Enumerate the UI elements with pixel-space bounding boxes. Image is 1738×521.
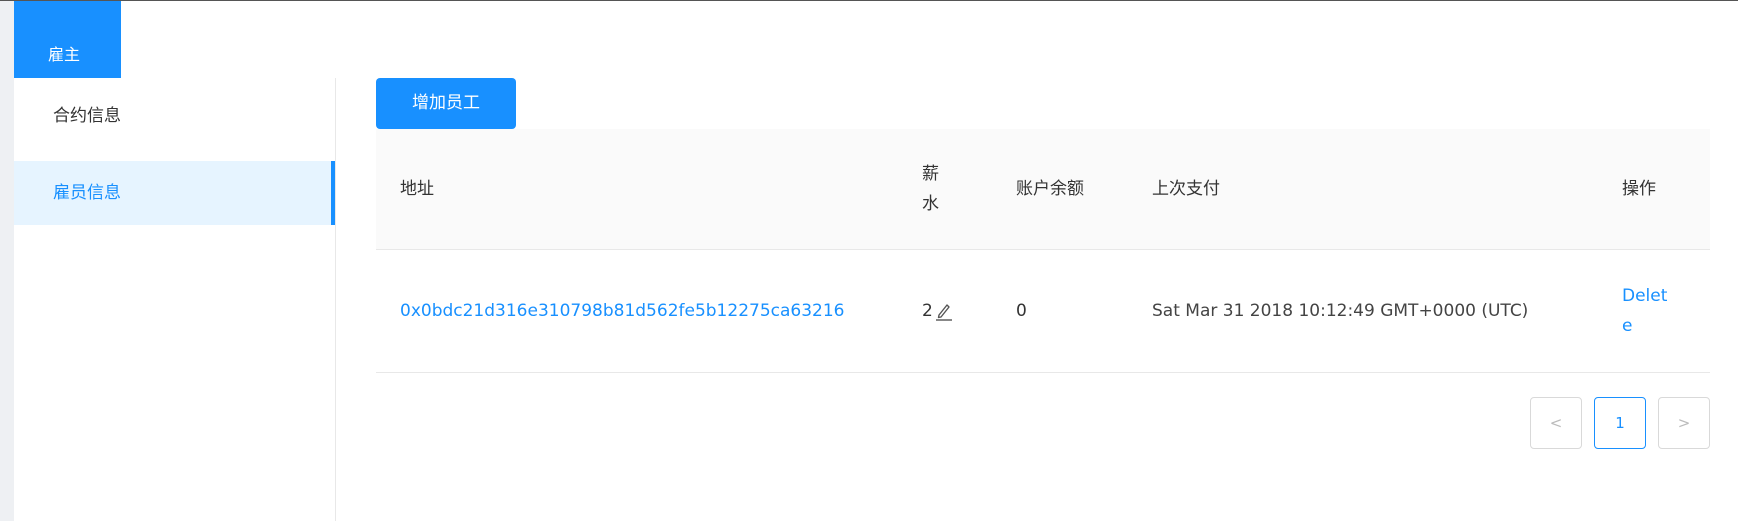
tab-employer[interactable]: 雇主 (14, 1, 121, 78)
cell-balance: 0 (1016, 250, 1088, 372)
pencil-icon[interactable] (935, 301, 953, 321)
pagination-page-1[interactable]: 1 (1594, 397, 1646, 449)
column-header-actions-label: 操作 (1622, 179, 1656, 199)
table-header: 地址 薪水 账户余额 上次支付 操作 (376, 129, 1710, 250)
chevron-right-icon: > (1677, 414, 1691, 432)
left-edge-strip (0, 1, 14, 521)
column-header-address-label: 地址 (400, 179, 434, 199)
last-payment-value: Sat Mar 31 2018 10:12:49 GMT+0000 (UTC) (1152, 301, 1529, 321)
column-header-balance-label: 账户余额 (1016, 179, 1084, 199)
main-content: 增加员工 地址 薪水 账户余额 上次支付 操作 0x0bdc21d316e310… (376, 1, 1710, 521)
sidebar: 合约信息 雇员信息 (14, 78, 336, 521)
cell-last-payment: Sat Mar 31 2018 10:12:49 GMT+0000 (UTC) (1152, 250, 1576, 372)
salary-value-wrap: 2 (922, 296, 953, 326)
add-employee-button[interactable]: 增加员工 (376, 78, 516, 129)
sidebar-item-contract-info[interactable]: 合约信息 (14, 84, 335, 148)
pagination-page-number: 1 (1615, 414, 1625, 432)
balance-value: 0 (1016, 301, 1027, 321)
pagination-prev-button[interactable]: < (1530, 397, 1582, 449)
cell-actions: Delete (1622, 250, 1686, 372)
column-header-actions: 操作 (1622, 129, 1686, 249)
sidebar-item-employee-info[interactable]: 雇员信息 (14, 161, 335, 225)
column-header-salary-label: 薪水 (922, 164, 939, 214)
employee-address-link[interactable]: 0x0bdc21d316e310798b81d562fe5b12275ca632… (400, 296, 880, 326)
table-row: 0x0bdc21d316e310798b81d562fe5b12275ca632… (376, 250, 1710, 373)
chevron-left-icon: < (1549, 414, 1563, 432)
column-header-address: 地址 (400, 129, 880, 249)
pagination-next-button[interactable]: > (1658, 397, 1710, 449)
column-header-last-payment: 上次支付 (1152, 129, 1576, 249)
delete-link[interactable]: Delete (1622, 281, 1676, 341)
cell-address: 0x0bdc21d316e310798b81d562fe5b12275ca632… (400, 250, 880, 372)
column-header-salary: 薪水 (922, 129, 962, 249)
column-header-balance: 账户余额 (1016, 129, 1088, 249)
pencil-icon-svg (935, 304, 952, 321)
column-header-last-payment-label: 上次支付 (1152, 179, 1220, 199)
salary-value: 2 (922, 301, 933, 321)
cell-salary: 2 (922, 250, 962, 372)
app-frame: 雇主 合约信息 雇员信息 增加员工 地址 薪水 账户余额 上次支付 操作 0x0… (0, 0, 1738, 521)
